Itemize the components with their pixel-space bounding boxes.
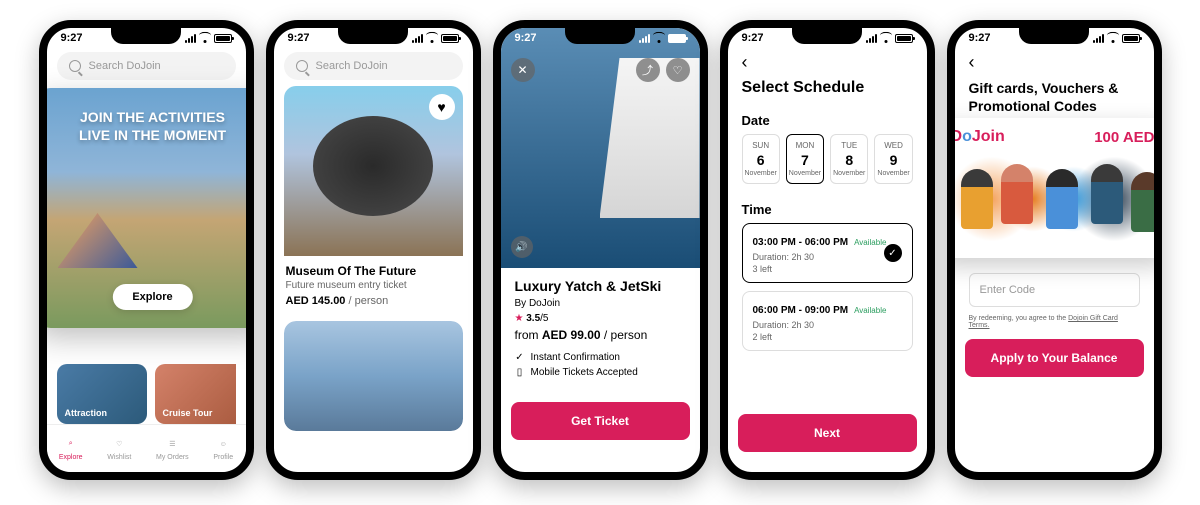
gift-amount: 100 AED <box>1094 129 1154 146</box>
volume-icon[interactable]: 🔊 <box>511 236 533 258</box>
orders-icon: ☰ <box>164 436 180 452</box>
status-bar: 9:27 <box>501 28 700 46</box>
battery-icon <box>214 34 232 43</box>
hero-image: JOIN THE ACTIVITIES LIVE IN THE MOMENT E… <box>39 88 254 328</box>
signal-icon <box>1093 34 1104 43</box>
status-bar: 9:27 <box>274 28 473 46</box>
apply-button[interactable]: Apply to Your Balance <box>965 339 1144 377</box>
date-option[interactable]: TUE8November <box>830 134 868 184</box>
search-icon <box>296 60 308 72</box>
back-icon[interactable]: ‹ <box>728 46 927 79</box>
wifi-icon <box>426 34 438 43</box>
gift-illustration <box>951 154 1155 244</box>
hero-headline: JOIN THE ACTIVITIES LIVE IN THE MOMENT <box>39 108 254 144</box>
wifi-icon <box>880 34 892 43</box>
search-input[interactable]: Search DoJoin <box>57 52 236 80</box>
check-icon: ✓ <box>884 244 902 262</box>
gift-card: DoJoin 100 AED <box>947 118 1162 258</box>
phone-detail: 9:27 ✕ ⤴ ♡ 🔊 Luxury Yatch & JetSki By Do… <box>493 20 708 480</box>
back-icon[interactable]: ‹ <box>955 46 1154 79</box>
profile-icon: ☺ <box>215 436 231 452</box>
time-slot[interactable]: 06:00 PM - 09:00 PMAvailable Duration: 2… <box>742 291 913 351</box>
card-subtitle: Future museum entry ticket <box>286 280 461 291</box>
category-cruise[interactable]: Cruise Tour <box>155 364 236 424</box>
search-icon <box>69 60 81 72</box>
status-indicators <box>185 34 232 43</box>
signal-icon <box>412 34 423 43</box>
status-time: 9:27 <box>61 32 83 44</box>
terms-text: By redeeming, you agree to the Dojoin Gi… <box>955 315 1154 329</box>
search-input[interactable]: Search DoJoin <box>284 52 463 80</box>
card-price: AED 145.00 / person <box>286 295 461 307</box>
dojoin-logo: DoJoin <box>951 128 1005 146</box>
battery-icon <box>1122 34 1140 43</box>
feature-instant: ✓Instant Confirmation <box>515 352 686 363</box>
get-ticket-button[interactable]: Get Ticket <box>511 402 690 440</box>
page-title: Gift cards, Vouchers & Promotional Codes <box>955 79 1154 123</box>
page-title: Select Schedule <box>728 79 927 107</box>
wifi-icon <box>1107 34 1119 43</box>
star-icon: ★ <box>515 313 524 324</box>
bottom-nav: ⌕Explore ♡Wishlist ☰My Orders ☺Profile <box>47 424 246 472</box>
phone-explore: 9:27 Search DoJoin JOIN THE ACTIVITIES L… <box>39 20 254 480</box>
phone-schedule: 9:27 ‹ Select Schedule Date SUN6November… <box>720 20 935 480</box>
check-icon: ✓ <box>515 353 525 363</box>
search-placeholder: Search DoJoin <box>89 60 161 72</box>
nav-profile[interactable]: ☺Profile <box>213 436 233 461</box>
category-row[interactable]: Attraction Cruise Tour Foo <box>57 364 236 424</box>
card-title: Museum Of The Future <box>286 264 461 278</box>
signal-icon <box>185 34 196 43</box>
favorite-icon[interactable]: ♥ <box>429 94 455 120</box>
hero-card[interactable]: JOIN THE ACTIVITIES LIVE IN THE MOMENT E… <box>39 88 254 328</box>
time-label: Time <box>728 196 927 223</box>
share-icon[interactable]: ⤴ <box>636 58 660 82</box>
nav-orders[interactable]: ☰My Orders <box>156 436 189 461</box>
close-icon[interactable]: ✕ <box>511 58 535 82</box>
mobile-icon: ▯ <box>515 368 525 378</box>
date-label: Date <box>728 107 927 134</box>
time-slot-selected[interactable]: 03:00 PM - 06:00 PMAvailable Duration: 2… <box>742 223 913 283</box>
card-image <box>284 321 463 431</box>
favorite-icon[interactable]: ♡ <box>666 58 690 82</box>
status-bar: 9:27 <box>47 28 246 46</box>
code-input[interactable]: Enter Code <box>969 273 1140 307</box>
rating: ★ 3.5/5 <box>515 313 686 324</box>
status-time: 9:27 <box>288 32 310 44</box>
next-button[interactable]: Next <box>738 414 917 452</box>
date-option[interactable]: SUN6November <box>742 134 780 184</box>
nav-explore[interactable]: ⌕Explore <box>59 436 83 461</box>
wifi-icon <box>199 34 211 43</box>
battery-icon <box>895 34 913 43</box>
nav-wishlist[interactable]: ♡Wishlist <box>107 436 131 461</box>
detail-title: Luxury Yatch & JetSki <box>515 278 686 294</box>
detail-price: from AED 99.00 / person <box>515 328 686 342</box>
heart-icon: ♡ <box>111 436 127 452</box>
signal-icon <box>866 34 877 43</box>
date-option[interactable]: WED9November <box>874 134 912 184</box>
status-bar: 9:27 <box>955 28 1154 46</box>
date-option-selected[interactable]: MON7November <box>786 134 824 184</box>
explore-button[interactable]: Explore <box>112 284 192 310</box>
phone-gift: 9:27 ‹ Gift cards, Vouchers & Promotiona… <box>947 20 1162 480</box>
battery-icon <box>441 34 459 43</box>
detail-hero-image: 9:27 ✕ ⤴ ♡ 🔊 <box>501 28 700 268</box>
card-image: ♥ <box>284 86 463 256</box>
explore-icon: ⌕ <box>63 436 79 452</box>
activity-card-2[interactable] <box>284 321 463 431</box>
detail-provider: By DoJoin <box>515 298 686 309</box>
status-bar: 9:27 <box>728 28 927 46</box>
phone-listing: 9:27 Search DoJoin ♥ Museum Of The Futur… <box>266 20 481 480</box>
feature-mobile: ▯Mobile Tickets Accepted <box>515 367 686 378</box>
date-picker: SUN6November MON7November TUE8November W… <box>728 134 927 184</box>
category-attraction[interactable]: Attraction <box>57 364 147 424</box>
activity-card-museum[interactable]: ♥ Museum Of The Future Future museum ent… <box>284 86 463 315</box>
